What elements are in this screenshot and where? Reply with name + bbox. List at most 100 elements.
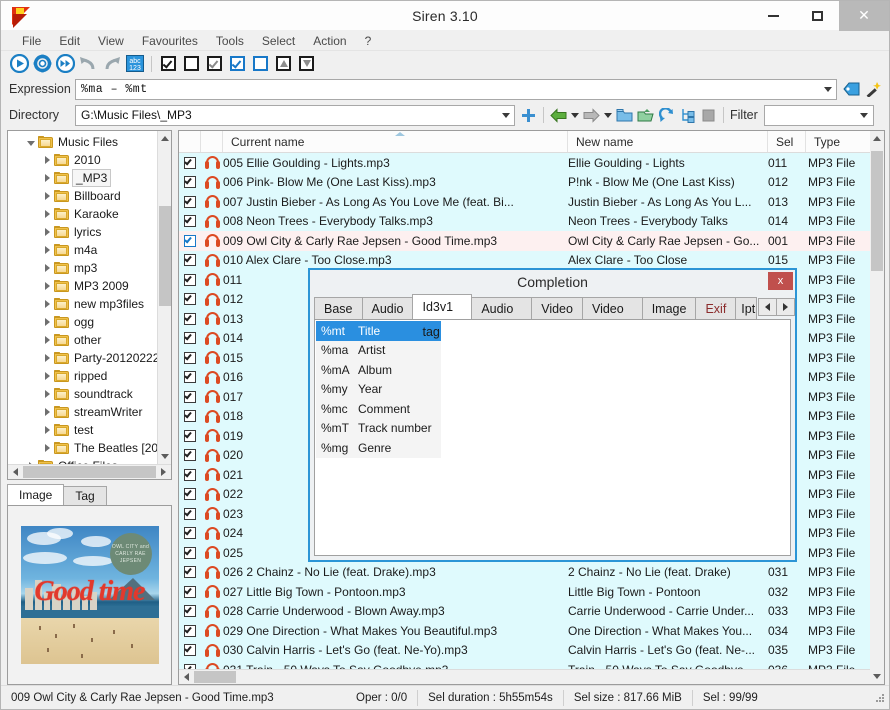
expand-arrow-icon[interactable] — [40, 282, 54, 290]
tree-item-soundtrack[interactable]: soundtrack — [8, 385, 157, 403]
expand-arrow-icon[interactable] — [40, 354, 54, 362]
redo-button[interactable] — [101, 53, 122, 74]
tree-item-new-mp3files[interactable]: new mp3files — [8, 295, 157, 313]
expand-arrow-icon[interactable] — [40, 246, 54, 254]
stop-button[interactable] — [698, 105, 719, 126]
scroll-left-icon[interactable] — [179, 673, 194, 681]
table-row[interactable]: 026 2 Chainz - No Lie (feat. Drake).mp3 2… — [179, 562, 884, 582]
row-checkbox[interactable] — [179, 195, 201, 208]
tag-list-item[interactable]: %mc Comment — [316, 399, 441, 419]
forward-button[interactable] — [581, 105, 602, 126]
expand-arrow-icon[interactable] — [40, 174, 54, 182]
menu-item-help[interactable]: ? — [356, 31, 381, 51]
expand-arrow-icon[interactable] — [24, 139, 38, 146]
folder-button[interactable] — [614, 105, 635, 126]
tree-item-office-files[interactable]: Office Files — [8, 457, 157, 464]
row-checkbox[interactable] — [179, 566, 201, 579]
uncheck-all-button[interactable] — [181, 53, 202, 74]
directory-dropdown-icon[interactable] — [497, 106, 514, 125]
row-checkbox[interactable] — [179, 176, 201, 189]
expand-arrow-icon[interactable] — [40, 300, 54, 308]
tree-view-button[interactable] — [677, 105, 698, 126]
directory-input[interactable]: G:\Music Files\_MP3 — [75, 104, 515, 126]
row-checkbox[interactable] — [179, 449, 201, 462]
table-row[interactable]: 005 Ellie Goulding - Lights.mp3 Ellie Gou… — [179, 153, 884, 173]
tree-item-party[interactable]: Party-20120222-1211 — [8, 349, 157, 367]
tree-item-test[interactable]: test — [8, 421, 157, 439]
add-favourite-button[interactable] — [518, 105, 539, 126]
row-checkbox[interactable] — [179, 156, 201, 169]
row-checkbox[interactable] — [179, 605, 201, 618]
row-checkbox[interactable] — [179, 312, 201, 325]
expand-arrow-icon[interactable] — [40, 426, 54, 434]
row-checkbox[interactable] — [179, 215, 201, 228]
tree-item-ripped[interactable]: ripped — [8, 367, 157, 385]
scroll-right-icon[interactable] — [776, 297, 795, 316]
row-checkbox[interactable] — [179, 293, 201, 306]
tag-button[interactable] — [841, 79, 862, 100]
tree-item-karaoke[interactable]: Karaoke — [8, 205, 157, 223]
tree-item-billboard[interactable]: Billboard — [8, 187, 157, 205]
check-selected-button[interactable] — [227, 53, 248, 74]
magic-wand-button[interactable] — [862, 79, 883, 100]
settings-button[interactable] — [32, 53, 53, 74]
expand-arrow-icon[interactable] — [40, 156, 54, 164]
forward-dropdown-button[interactable] — [602, 105, 614, 126]
menu-item-file[interactable]: File — [13, 31, 50, 51]
tree-item-mp3-2009[interactable]: MP3 2009 — [8, 277, 157, 295]
row-checkbox[interactable] — [179, 507, 201, 520]
dialog-tab-base[interactable]: Base — [314, 297, 363, 319]
scroll-up-icon[interactable] — [870, 131, 884, 146]
scroll-down-icon[interactable] — [870, 669, 884, 684]
uncheck-selected-button[interactable] — [250, 53, 271, 74]
back-button[interactable] — [548, 105, 569, 126]
scroll-thumb[interactable] — [871, 151, 883, 271]
expand-arrow-icon[interactable] — [40, 210, 54, 218]
scroll-left-icon[interactable] — [8, 468, 23, 476]
row-checkbox[interactable] — [179, 527, 201, 540]
play-button[interactable] — [9, 53, 30, 74]
menu-item-view[interactable]: View — [89, 31, 133, 51]
expand-arrow-icon[interactable] — [40, 336, 54, 344]
table-row[interactable]: 027 Little Big Town - Pontoon.mp3 Little … — [179, 582, 884, 602]
tree-item-streamwriter[interactable]: streamWriter — [8, 403, 157, 421]
table-row[interactable]: 031 Train - 50 Ways To Say Goodbye.mp3Tr… — [179, 660, 884, 669]
menu-item-tools[interactable]: Tools — [207, 31, 253, 51]
row-checkbox[interactable] — [179, 254, 201, 267]
dialog-tab-video-tag[interactable]: Video tag — [581, 297, 643, 338]
dialog-tab-audio[interactable]: Audio — [361, 297, 414, 319]
table-row[interactable]: 030 Calvin Harris - Let's Go (feat. Ne-Y… — [179, 640, 884, 660]
resize-grip[interactable] — [874, 692, 886, 704]
file-list-horizontal-scrollbar[interactable] — [179, 669, 884, 684]
expand-arrow-icon[interactable] — [40, 228, 54, 236]
row-checkbox[interactable] — [179, 332, 201, 345]
menu-item-favourites[interactable]: Favourites — [133, 31, 207, 51]
row-checkbox[interactable] — [179, 351, 201, 364]
dialog-close-button[interactable]: x — [768, 272, 793, 290]
dialog-tab-image[interactable]: Image — [641, 297, 697, 319]
table-row[interactable]: 006 Pink- Blow Me (One Last Kiss).mp3 P!n… — [179, 172, 884, 192]
row-checkbox[interactable] — [179, 390, 201, 403]
expression-dropdown-icon[interactable] — [819, 80, 836, 99]
dialog-tab-video[interactable]: Video — [531, 297, 583, 319]
table-row[interactable]: 008 Neon Trees - Everybody Talks.mp3 Neon… — [179, 211, 884, 231]
table-row[interactable]: 028 Carrie Underwood - Blown Away.mp3 Car… — [179, 601, 884, 621]
invert-check-button[interactable] — [204, 53, 225, 74]
scroll-thumb[interactable] — [159, 206, 171, 306]
dialog-tab-audio-tag[interactable]: Audio tag — [471, 297, 533, 338]
row-checkbox[interactable] — [179, 663, 201, 669]
check-all-button[interactable] — [158, 53, 179, 74]
scroll-thumb[interactable] — [22, 466, 157, 478]
row-checkbox[interactable] — [179, 585, 201, 598]
scroll-thumb[interactable] — [194, 671, 236, 683]
tree-item-mp3-selected[interactable]: _MP3 — [8, 169, 157, 187]
table-row[interactable]: 009 Owl City & Carly Rae Jepsen - Good T… — [179, 231, 884, 251]
fast-forward-button[interactable] — [55, 53, 76, 74]
refresh-button[interactable] — [656, 105, 677, 126]
tree-vertical-scrollbar[interactable] — [157, 131, 171, 464]
expand-arrow-icon[interactable] — [40, 390, 54, 398]
column-type[interactable]: Type — [806, 131, 876, 152]
row-checkbox[interactable] — [179, 371, 201, 384]
scroll-down-icon[interactable] — [158, 449, 171, 464]
tree-item-2010[interactable]: 2010 — [8, 151, 157, 169]
